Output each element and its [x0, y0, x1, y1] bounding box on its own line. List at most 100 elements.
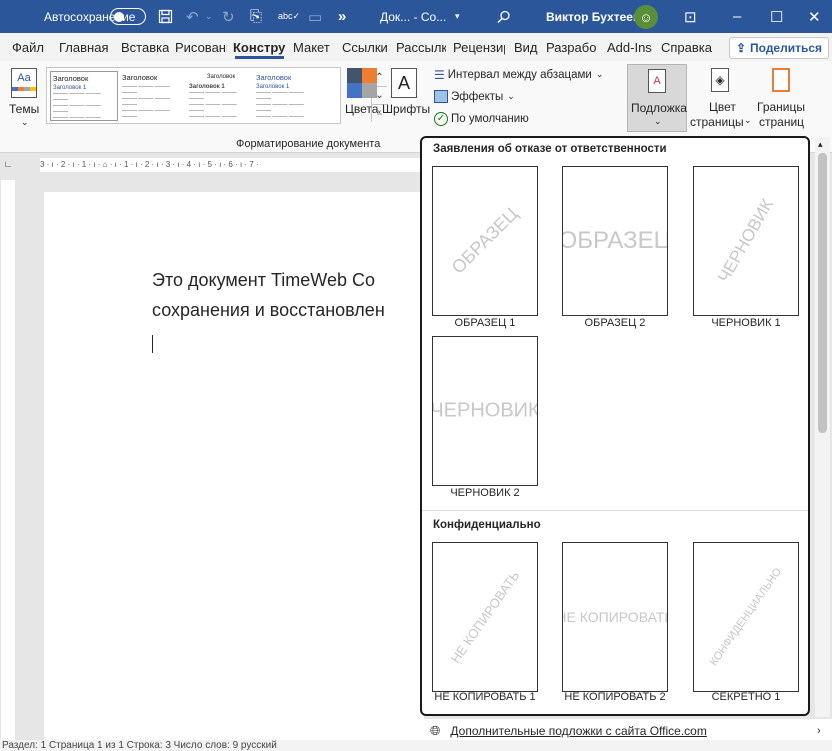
watermark-item-do-not-copy-1[interactable]: НЕ КОПИРОВАТЬ: [432, 542, 538, 692]
style-set-gallery: Заголовок Заголовок 1 ——— ——— ——— ——— ———…: [46, 67, 387, 124]
share-button[interactable]: ⇪ Поделиться: [729, 37, 829, 59]
ribbon-display-icon[interactable]: ⊡: [684, 0, 697, 33]
tab-help[interactable]: Справка: [661, 33, 713, 61]
tab-home[interactable]: Главная: [59, 33, 113, 61]
set-default-button[interactable]: ✓ По умолчанию: [434, 110, 529, 127]
document-text-line-2[interactable]: сохранения и восстановлен: [152, 300, 385, 321]
tab-mailings[interactable]: Рассылки: [396, 33, 446, 61]
document-text-line-1[interactable]: Это документ TimeWeb Co: [152, 270, 375, 291]
maximize-icon[interactable]: ☐: [770, 0, 783, 33]
more-watermarks-label: Дополнительные подложки с сайта Office.c…: [450, 724, 707, 738]
page-color-label: Цвет: [709, 100, 736, 114]
style-set-item[interactable]: Заголовок Заголовок 1 ——— ——— ——— ——— ———…: [50, 71, 118, 121]
search-icon[interactable]: [497, 0, 511, 33]
globe-icon: 🌐︎: [430, 723, 441, 738]
page-color-button[interactable]: ◈ Цвет страницы ⌄: [690, 64, 752, 132]
horizontal-ruler[interactable]: 3 · ı · 2 · ı · 1 · ı · ⌂ · ı · 1 · ı · …: [40, 158, 420, 172]
colors-label: Цвета: [345, 102, 379, 116]
tab-review[interactable]: Рецензир: [453, 33, 505, 61]
chevron-down-icon: ⌄: [595, 69, 604, 79]
text-cursor: [152, 335, 153, 353]
chevron-down-icon: ⌄: [654, 116, 662, 126]
watermark-item-sample-1[interactable]: ОБРАЗЕЦ: [432, 166, 538, 316]
watermark-caption: ОБРАЗЕЦ 2: [584, 317, 646, 329]
tab-design[interactable]: Конструк: [233, 33, 286, 61]
tab-view[interactable]: Вид: [514, 33, 540, 61]
page-borders-icon: [772, 68, 790, 92]
effects-button[interactable]: Эффекты ⌄: [434, 88, 515, 105]
screen-icon[interactable]: ▭: [308, 0, 322, 33]
tab-layout[interactable]: Макет: [293, 33, 333, 61]
undo-dropdown-icon[interactable]: ⌄: [205, 0, 213, 33]
section-title-disclaimers: Заявления об отказе от ответственности: [433, 143, 667, 155]
format-painter-icon[interactable]: ⎘: [250, 0, 262, 33]
watermark-caption: СЕКРЕТНО 1: [711, 691, 781, 703]
paragraph-spacing-label: Интервал между абзацами: [447, 68, 592, 81]
colors-icon: [347, 68, 377, 98]
themes-label: Темы: [9, 102, 40, 116]
watermark-item-draft-1[interactable]: ЧЕРНОВИК: [693, 166, 799, 316]
tab-draw[interactable]: Рисовани: [175, 33, 227, 61]
watermark-caption: ЧЕРНОВИК 1: [711, 317, 781, 329]
more-commands-icon[interactable]: »: [338, 0, 346, 33]
watermark-item-sample-2[interactable]: ОБРАЗЕЦ: [562, 166, 668, 316]
section-title-confidential: Конфиденциально: [433, 519, 541, 531]
paragraph-spacing-icon: ☰: [434, 67, 445, 82]
share-icon: ⇪: [735, 41, 747, 55]
ruler-corner-icon[interactable]: ∟: [2, 158, 14, 170]
watermark-item-do-not-copy-2[interactable]: НЕ КОПИРОВАТЬ: [562, 542, 668, 692]
effects-icon: [434, 90, 448, 103]
style-set-item[interactable]: Заголовок Заголовок 1 ——— ——— ——— ——— ———…: [187, 71, 255, 121]
spelling-icon[interactable]: abc✓: [278, 0, 300, 33]
colors-button[interactable]: Цвета: [345, 66, 379, 128]
tab-references[interactable]: Ссылки: [342, 33, 388, 61]
chevron-down-icon: ⌄: [507, 91, 515, 101]
fonts-icon: A: [391, 68, 417, 98]
undo-icon[interactable]: ↶: [186, 0, 199, 33]
set-default-label: По умолчанию: [451, 112, 529, 125]
tab-file[interactable]: Файл: [12, 33, 46, 61]
user-avatar[interactable]: ☺: [634, 5, 658, 29]
watermark-caption: НЕ КОПИРОВАТЬ 2: [564, 691, 666, 703]
page-borders-label-2: страниц: [759, 115, 805, 129]
watermark-label: Подложка: [631, 101, 687, 115]
checkmark-icon: ✓: [434, 111, 448, 126]
paragraph-spacing-button[interactable]: ☰ Интервал между абзацами ⌄: [434, 66, 603, 83]
watermark-button[interactable]: A Подложка ⌄: [627, 64, 687, 132]
themes-button[interactable]: Aa Темы ⌄: [6, 66, 42, 128]
scroll-up-icon[interactable]: ▴: [818, 139, 823, 150]
fonts-button[interactable]: A Шрифты: [382, 66, 430, 128]
watermark-item-secret-1[interactable]: КОНФИДЕНЦИАЛЬНО: [693, 542, 799, 692]
style-set-item[interactable]: Заголовок Заголовок 1 ——— ——— ——— ——— ———…: [254, 71, 322, 121]
style-set-item[interactable]: Заголовок ——— ——— ——— ——— ——— ——— ——— ———…: [120, 71, 188, 121]
title-bar: Автосохранение ↶ ⌄ ↻ ⎘ abc✓ ▭ » Док... -…: [0, 0, 832, 33]
document-title[interactable]: Док... - Со...: [380, 0, 446, 33]
watermark-caption: НЕ КОПИРОВАТЬ 1: [434, 691, 536, 703]
save-icon[interactable]: [158, 0, 173, 33]
redo-icon[interactable]: ↻: [222, 0, 235, 33]
minimize-icon[interactable]: –: [733, 0, 741, 33]
page-borders-button[interactable]: Границы страниц: [754, 64, 808, 132]
close-icon[interactable]: ✕: [808, 0, 821, 33]
scroll-thumb[interactable]: [818, 153, 827, 433]
fonts-label: Шрифты: [382, 102, 431, 116]
watermark-icon: A: [648, 69, 666, 93]
tab-developer[interactable]: Разрабо: [546, 33, 596, 61]
vertical-scrollbar[interactable]: ▴: [815, 137, 830, 717]
share-label: Поделиться: [750, 41, 823, 55]
watermark-gallery: Заявления об отказе от ответственности О…: [420, 136, 810, 716]
chevron-down-icon: ⌄: [744, 115, 752, 125]
title-dropdown-icon[interactable]: ▾: [455, 0, 460, 33]
user-name[interactable]: Виктор Бухтеев: [546, 0, 640, 33]
autosave-toggle[interactable]: [110, 8, 146, 25]
vertical-ruler[interactable]: [1, 180, 15, 740]
effects-label: Эффекты: [451, 90, 504, 103]
tab-insert[interactable]: Вставка: [121, 33, 169, 61]
section-divider: [422, 510, 808, 511]
watermark-caption: ЧЕРНОВИК 2: [450, 487, 520, 499]
tab-addins[interactable]: Add-Ins: [607, 33, 653, 61]
ribbon-tabs: Файл Главная Вставка Рисовани Конструк М…: [0, 33, 832, 61]
watermark-item-draft-2[interactable]: ЧЕРНОВИК: [432, 336, 538, 486]
page-color-label-2: страницы: [690, 115, 744, 129]
document-formatting-group-label: Форматирование документа: [236, 138, 381, 150]
